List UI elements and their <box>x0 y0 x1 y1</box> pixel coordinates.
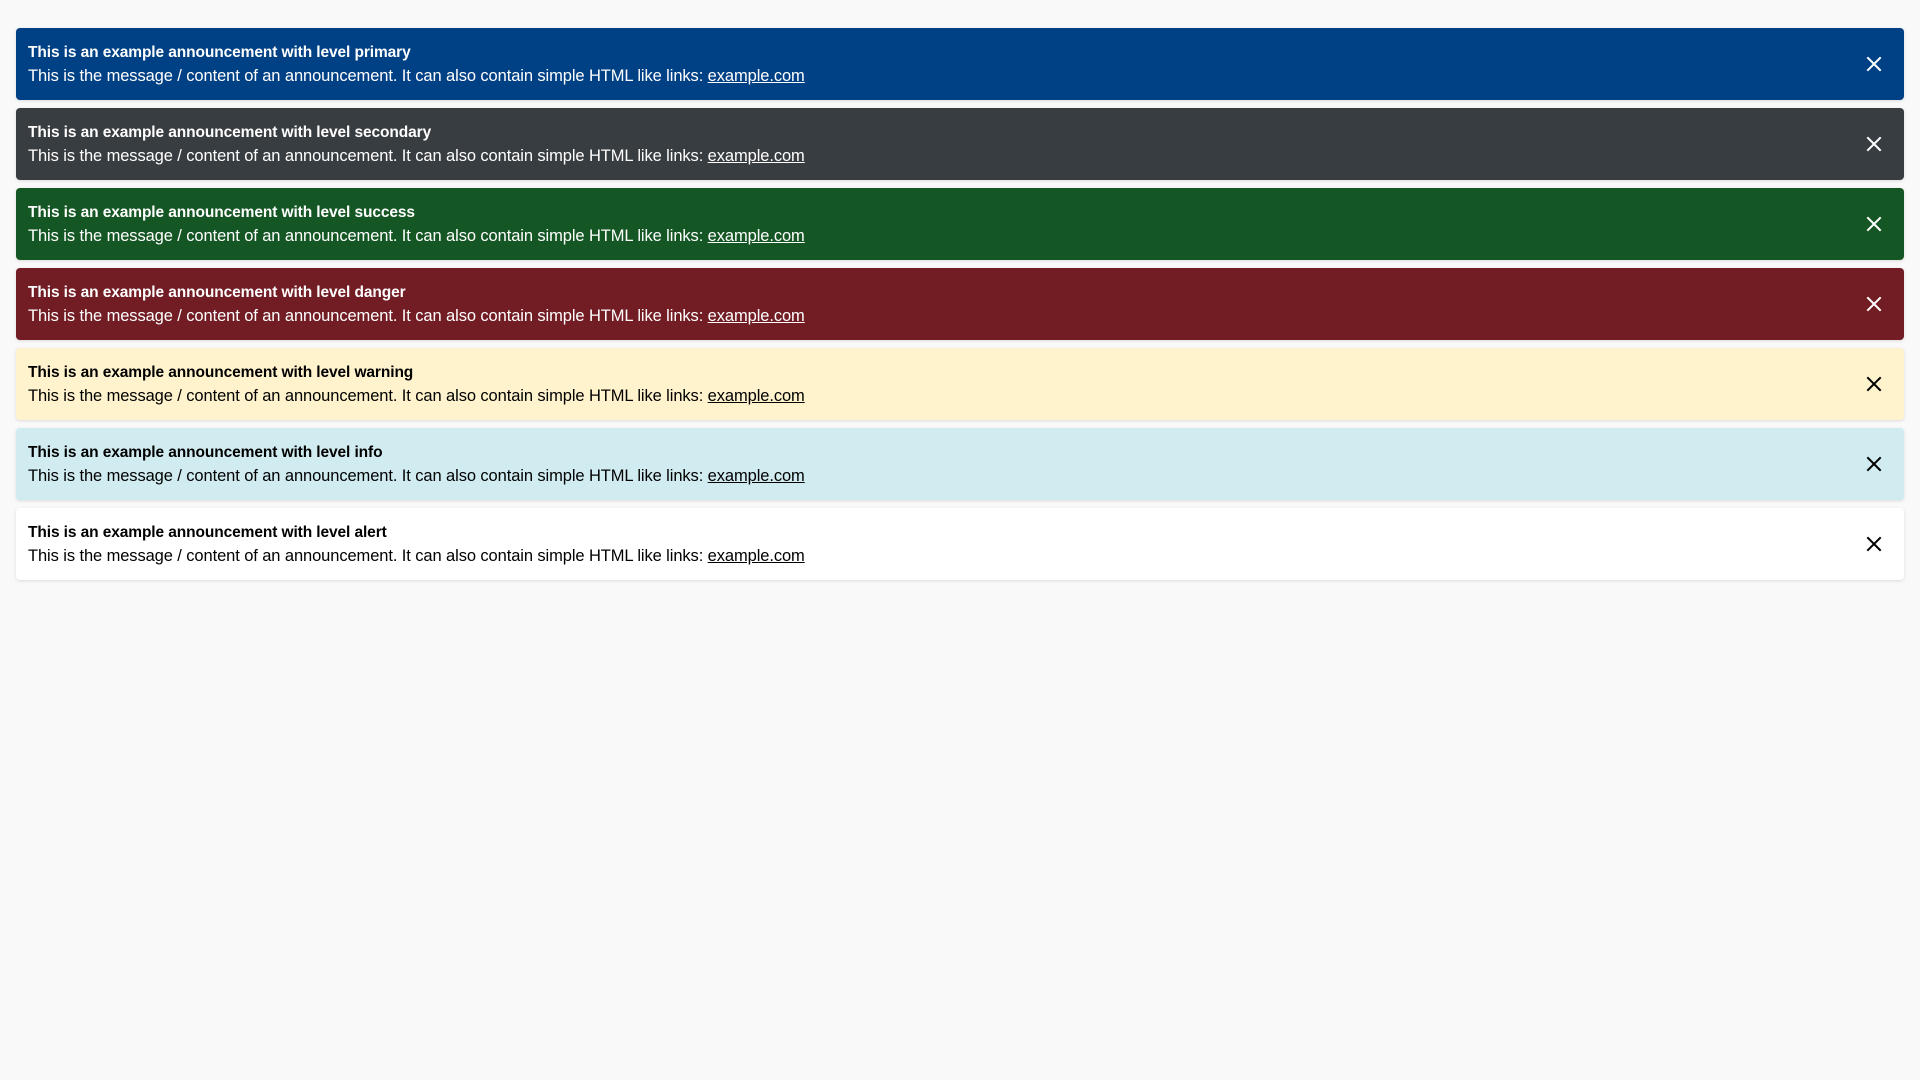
announcement-secondary: This is an example announcement with lev… <box>16 108 1904 180</box>
close-button[interactable] <box>1862 532 1886 556</box>
close-button[interactable] <box>1862 132 1886 156</box>
announcement-message-text: This is the message / content of an anno… <box>28 467 708 485</box>
announcement-link[interactable]: example.com <box>708 387 805 405</box>
close-icon <box>1866 216 1882 232</box>
close-button[interactable] <box>1862 52 1886 76</box>
announcement-title: This is an example announcement with lev… <box>28 204 415 221</box>
close-icon <box>1866 136 1882 152</box>
close-icon <box>1866 376 1882 392</box>
announcement-alert: This is an example announcement with lev… <box>16 508 1904 580</box>
close-button[interactable] <box>1862 372 1886 396</box>
announcement-primary: This is an example announcement with lev… <box>16 28 1904 100</box>
announcement-success: This is an example announcement with lev… <box>16 188 1904 260</box>
close-icon <box>1866 536 1882 552</box>
announcement-message-text: This is the message / content of an anno… <box>28 307 708 325</box>
announcement-message-text: This is the message / content of an anno… <box>28 227 708 245</box>
announcement-link[interactable]: example.com <box>708 467 805 485</box>
announcement-title: This is an example announcement with lev… <box>28 44 411 61</box>
close-button[interactable] <box>1862 212 1886 236</box>
announcement-title: This is an example announcement with lev… <box>28 124 432 141</box>
announcement-list: This is an example announcement with lev… <box>16 28 1904 588</box>
announcement-message: This is the message / content of an anno… <box>28 144 1834 168</box>
close-icon <box>1866 456 1882 472</box>
announcement-warning: This is an example announcement with lev… <box>16 348 1904 420</box>
announcement-message-text: This is the message / content of an anno… <box>28 67 708 85</box>
close-button[interactable] <box>1862 292 1886 316</box>
close-button[interactable] <box>1862 452 1886 476</box>
close-icon <box>1866 296 1882 312</box>
announcement-message-text: This is the message / content of an anno… <box>28 387 708 405</box>
announcement-link[interactable]: example.com <box>708 147 805 165</box>
announcement-link[interactable]: example.com <box>708 547 805 565</box>
announcement-info: This is an example announcement with lev… <box>16 428 1904 500</box>
announcement-link[interactable]: example.com <box>708 307 805 325</box>
announcement-message: This is the message / content of an anno… <box>28 224 1834 248</box>
announcement-link[interactable]: example.com <box>708 227 805 245</box>
announcement-message: This is the message / content of an anno… <box>28 464 1834 488</box>
close-icon <box>1866 56 1882 72</box>
announcement-message: This is the message / content of an anno… <box>28 544 1834 568</box>
announcement-link[interactable]: example.com <box>708 67 805 85</box>
announcement-message: This is the message / content of an anno… <box>28 384 1834 408</box>
announcement-title: This is an example announcement with lev… <box>28 364 414 381</box>
announcement-message: This is the message / content of an anno… <box>28 64 1834 88</box>
announcement-danger: This is an example announcement with lev… <box>16 268 1904 340</box>
announcement-title: This is an example announcement with lev… <box>28 444 383 461</box>
announcement-message: This is the message / content of an anno… <box>28 304 1834 328</box>
announcement-title: This is an example announcement with lev… <box>28 284 406 301</box>
announcement-message-text: This is the message / content of an anno… <box>28 147 708 165</box>
announcement-title: This is an example announcement with lev… <box>28 524 387 541</box>
announcement-message-text: This is the message / content of an anno… <box>28 547 708 565</box>
